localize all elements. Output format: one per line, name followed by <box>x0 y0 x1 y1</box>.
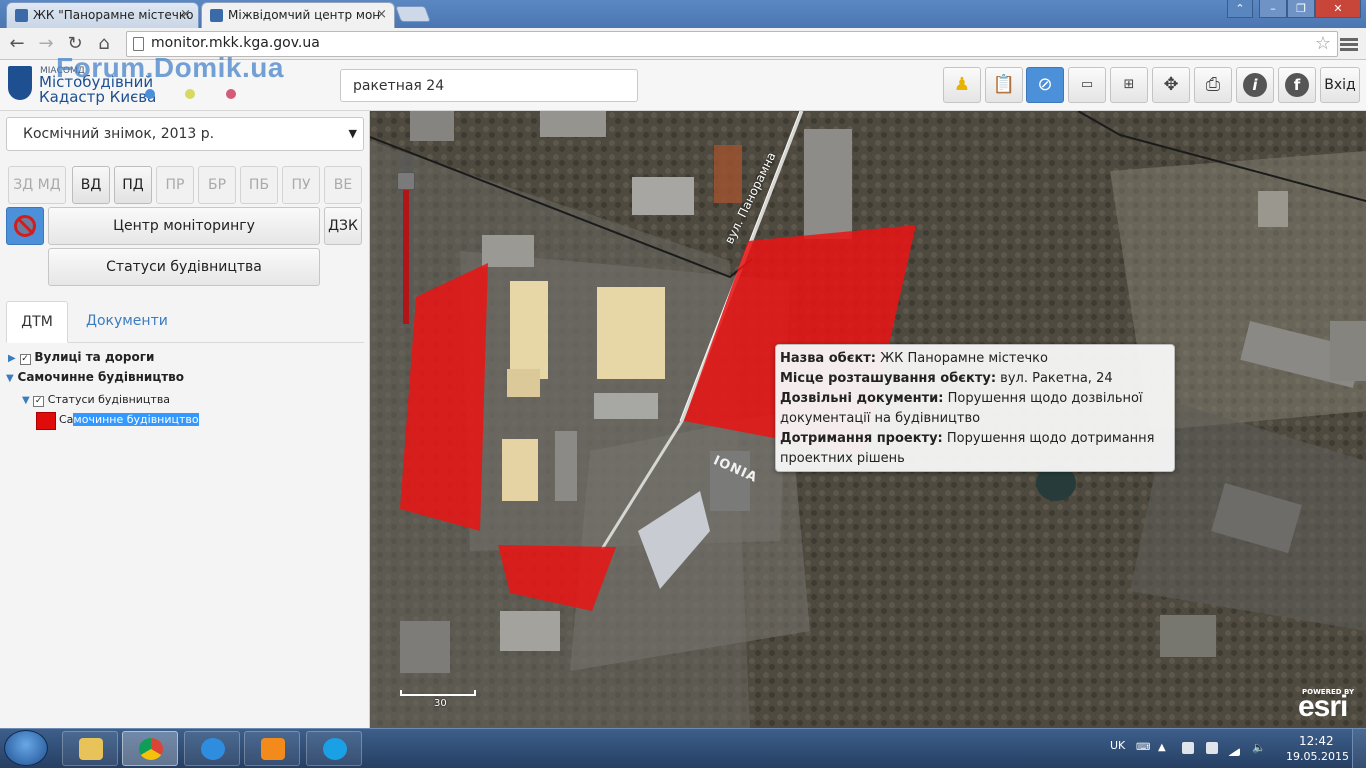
layer-button-pu[interactable]: ПУ <box>282 166 320 204</box>
flag-icon[interactable] <box>1182 742 1194 754</box>
back-icon[interactable]: ← <box>5 32 29 56</box>
tab-close-icon[interactable]: × <box>180 3 191 27</box>
window-user-icon[interactable]: ⌃ <box>1227 0 1253 18</box>
zoom-slider-fill <box>403 180 409 324</box>
zoom-slider-handle[interactable] <box>397 172 415 190</box>
facebook-icon[interactable]: f <box>1278 67 1316 103</box>
start-button-icon[interactable] <box>4 730 48 766</box>
close-window-button[interactable]: ✕ <box>1315 0 1361 18</box>
expand-down-icon[interactable]: ▼ <box>6 373 14 384</box>
chrome-icon[interactable] <box>122 731 178 766</box>
menu-icon[interactable] <box>1340 36 1358 54</box>
streets-checkbox[interactable]: ✓ <box>19 354 31 365</box>
address-bar[interactable]: monitor.mkk.kga.gov.ua ☆ <box>126 31 1338 57</box>
maximize-button[interactable]: ❐ <box>1287 0 1315 18</box>
header-dot-blue <box>145 89 155 99</box>
compass-icon[interactable]: ⊘ <box>1026 67 1064 103</box>
tab-favicon-icon <box>210 9 223 22</box>
media-player-icon[interactable] <box>244 731 300 766</box>
url-text: monitor.mkk.kga.gov.ua <box>151 35 320 51</box>
no-parking-toggle-icon[interactable] <box>6 207 44 245</box>
star-icon[interactable]: ☆ <box>1315 33 1331 54</box>
printer-icon[interactable]: ⎙ <box>1194 67 1232 103</box>
statuses-checkbox[interactable]: ✓ <box>33 396 45 407</box>
expand-right-icon[interactable]: ▶ <box>8 353 16 364</box>
legend-label: Самочинне будівництво <box>59 413 199 426</box>
keyboard-icon[interactable]: ⌨ <box>1136 742 1150 754</box>
basemap-select[interactable]: Космічний знімок, 2013 р. ▼ <box>6 117 364 151</box>
forum-watermark: Forum.Domik.ua <box>56 52 284 83</box>
tab-documents[interactable]: Документи <box>86 313 168 329</box>
show-desktop-button[interactable] <box>1352 729 1366 768</box>
tree-label-statuses: Статуси будівництва <box>47 393 171 406</box>
logo-title-line2: Кадастр Києва <box>39 88 157 106</box>
layer-button-pd[interactable]: ПД <box>114 166 152 204</box>
layer-button-pr[interactable]: ПР <box>156 166 194 204</box>
clock-time[interactable]: 12:42 <box>1299 734 1334 748</box>
clock-date[interactable]: 19.05.2015 <box>1286 750 1349 763</box>
move-icon[interactable]: ✥ <box>1152 67 1190 103</box>
explorer-icon[interactable] <box>62 731 118 766</box>
minimize-button[interactable]: – <box>1259 0 1287 18</box>
login-button[interactable]: Вхід <box>1320 67 1360 103</box>
forward-icon[interactable]: → <box>34 32 58 56</box>
language-indicator[interactable]: UK <box>1110 739 1125 752</box>
tab-favicon-icon <box>15 9 28 22</box>
feature-info-popup: Назва обєкт: ЖК Панорамне містечко Місце… <box>775 344 1175 472</box>
power-icon[interactable] <box>1206 742 1218 754</box>
kyiv-logo-icon <box>8 66 32 100</box>
tab-title: ЖК "Панорамне містечко <box>33 8 194 22</box>
clipboard-icon[interactable]: 📋 <box>985 67 1023 103</box>
monitoring-center-button[interactable]: Центр моніторингу <box>48 207 320 245</box>
tree-item-statuses[interactable]: ▼ ✓ Статуси будівництва <box>22 393 170 407</box>
header-dot-yellow <box>185 89 195 99</box>
layer-button-vd[interactable]: ВД <box>72 166 110 204</box>
legend-swatch-red <box>36 412 56 430</box>
tree-item-unauthorized[interactable]: ▼ Самочинне будівництво <box>6 370 184 384</box>
pegman-icon[interactable]: ♟ <box>943 67 981 103</box>
tree-item-streets[interactable]: ▶ ✓ Вулиці та дороги <box>8 350 154 365</box>
signal-icon[interactable] <box>1228 748 1240 756</box>
volume-icon[interactable]: 🔈 <box>1252 742 1266 754</box>
scale-label: 30 <box>434 698 447 709</box>
browser-tab-active[interactable]: Міжвідомчий центр мон × <box>201 2 395 28</box>
tree-label-streets: Вулиці та дороги <box>34 350 155 364</box>
construction-status-button[interactable]: Статуси будівництва <box>48 248 320 286</box>
layer-button-br[interactable]: БР <box>198 166 236 204</box>
info-icon[interactable]: i <box>1236 67 1274 103</box>
header-dot-pink <box>226 89 236 99</box>
tab-close-icon[interactable]: × <box>376 3 387 27</box>
layer-button-zd-md[interactable]: ЗД МД <box>8 166 66 204</box>
tab-title: Міжвідомчий центр мон <box>228 8 381 22</box>
layer-button-ve[interactable]: ВЕ <box>324 166 362 204</box>
chevron-down-icon: ▼ <box>348 127 357 140</box>
tray-chevron-icon[interactable]: ▲ <box>1158 742 1170 754</box>
esri-logo: esri <box>1298 690 1348 723</box>
layer-button-pb[interactable]: ПБ <box>240 166 278 204</box>
expand-down-icon[interactable]: ▼ <box>22 395 30 406</box>
skype-icon[interactable] <box>306 731 362 766</box>
basemap-select-value: Космічний знімок, 2013 р. <box>23 126 215 142</box>
tab-dtm[interactable]: ДТМ <box>6 301 68 343</box>
ruler-icon[interactable]: ▭ <box>1068 67 1106 103</box>
tree-label-unauthorized: Самочинне будівництво <box>17 370 185 384</box>
browser-tab-inactive[interactable]: ЖК "Панорамне містечко × <box>6 2 199 28</box>
scale-bar <box>400 690 476 696</box>
ie-icon[interactable] <box>184 731 240 766</box>
address-search-input[interactable] <box>340 69 638 102</box>
dzk-button[interactable]: ДЗК <box>324 207 362 245</box>
new-tab-button[interactable] <box>395 6 431 22</box>
page-icon <box>133 37 144 51</box>
measure-area-icon[interactable]: ⊞ <box>1110 67 1148 103</box>
